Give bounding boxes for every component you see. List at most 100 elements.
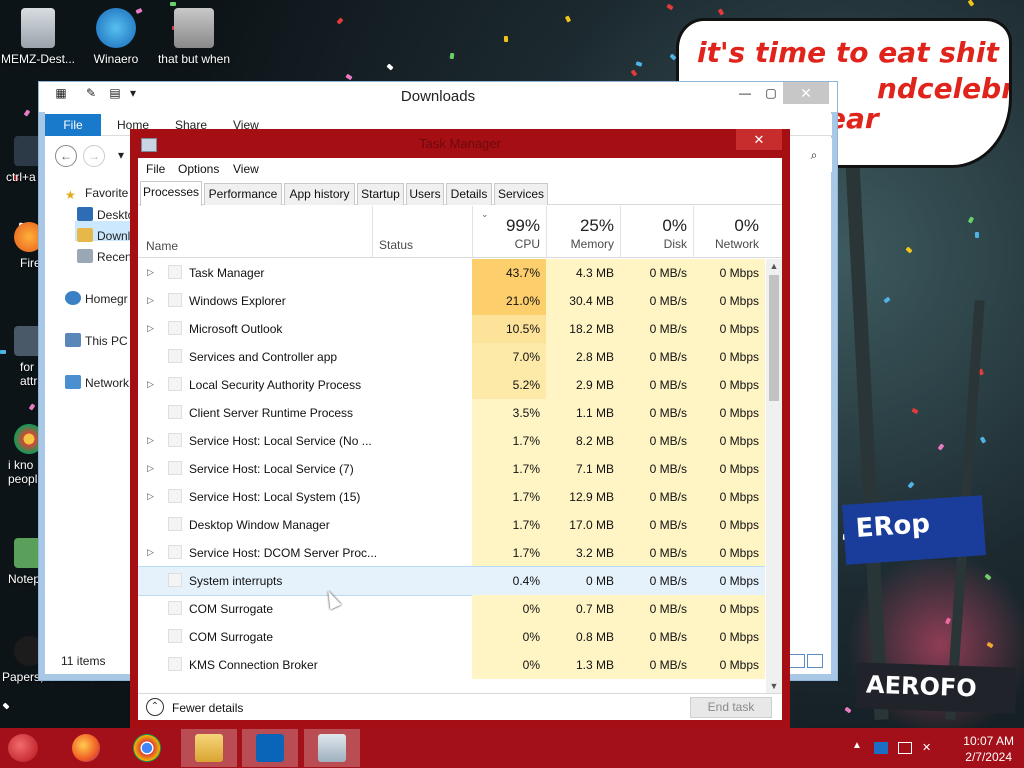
confetti-piece [345, 73, 353, 81]
network-cell: 0 Mbps [693, 483, 765, 511]
process-name: COM Surrogate [189, 630, 274, 644]
process-icon [168, 545, 182, 559]
close-button[interactable]: ✕ [736, 129, 782, 150]
minimize-button[interactable]: — [731, 82, 759, 104]
header-disk[interactable]: 0% Disk [620, 206, 693, 258]
table-row[interactable]: KMS Connection Broker 0% 1.3 MB 0 MB/s 0 Mbp… [138, 651, 765, 679]
tab-performance[interactable]: Performance [204, 183, 282, 205]
confetti-piece [503, 35, 509, 43]
memory-cell: 1.3 MB [546, 651, 620, 679]
tab-users[interactable]: Users [406, 183, 444, 205]
expand-chevron-icon[interactable]: ▷ [147, 379, 154, 390]
taskbar: ▲ ✕ 10:07 AM 2/7/2024 [0, 728, 1024, 768]
expand-chevron-icon[interactable]: ▷ [147, 323, 154, 334]
table-row[interactable]: COM Surrogate 0% 0.7 MB 0 MB/s 0 Mbps [138, 595, 765, 623]
search-icon[interactable]: ⌕ [800, 144, 828, 166]
table-row[interactable]: ▷ Task Manager 43.7% 4.3 MB 0 MB/s 0 Mbps [138, 259, 765, 287]
vertical-scrollbar[interactable]: ▲ ▼ [766, 259, 782, 693]
maximize-button[interactable]: ▢ [757, 82, 785, 104]
expand-chevron-icon[interactable]: ▷ [147, 491, 154, 502]
expand-chevron-icon[interactable]: ▷ [147, 547, 154, 558]
fewer-details-link[interactable]: Fewer details [172, 701, 243, 715]
large-icons-view-icon[interactable] [807, 654, 823, 668]
sidebar-item-downloads[interactable]: Downl [77, 228, 130, 243]
taskbar-outlook[interactable] [242, 729, 298, 767]
table-row[interactable]: Client Server Runtime Process 3.5% 1.1 MB 0… [138, 399, 765, 427]
billboard-sign: ERop [842, 495, 986, 565]
memory-cell: 1.1 MB [546, 399, 620, 427]
taskbar-firefox[interactable] [58, 729, 114, 767]
disk-total: 0% [662, 216, 687, 235]
scroll-down-arrow-icon[interactable]: ▼ [766, 681, 782, 691]
scrollbar-thumb[interactable] [769, 275, 779, 401]
cpu-cell: 7.0% [472, 343, 546, 371]
tab-startup[interactable]: Startup [357, 183, 404, 205]
header-status-cell[interactable]: Status [372, 206, 472, 258]
table-row[interactable]: ▷ Service Host: Local System (15) 1.7% 12.9… [138, 483, 765, 511]
expand-chevron-icon[interactable]: ▷ [147, 267, 154, 278]
confetti-piece [967, 0, 975, 7]
menu-options[interactable]: Options [178, 162, 219, 176]
cpu-cell: 1.7% [472, 511, 546, 539]
chevron-up-icon[interactable]: ⌃ [146, 698, 164, 716]
scroll-up-arrow-icon[interactable]: ▲ [766, 261, 782, 271]
sidebar-item-homegroup[interactable]: Homegr [65, 291, 128, 306]
table-row[interactable]: ▷ Local Security Authority Process 5.2% 2.9… [138, 371, 765, 399]
table-row[interactable]: System interrupts 0.4% 0 MB 0 MB/s 0 Mbps [138, 566, 765, 596]
tab-file[interactable]: File [45, 114, 101, 136]
sidebar-item-desktop[interactable]: Deskto [77, 207, 134, 222]
desktop-icon-memz[interactable]: MEMZ-Dest... [0, 8, 76, 66]
expand-chevron-icon[interactable]: ▷ [147, 463, 154, 474]
start-button[interactable] [8, 734, 38, 762]
header-name[interactable]: Name [146, 239, 178, 253]
network-cell: 0 Mbps [693, 315, 765, 343]
menu-file[interactable]: File [146, 162, 165, 176]
cpu-cell: 0% [472, 623, 546, 651]
sidebar-item-recent[interactable]: Recen [77, 249, 132, 264]
expand-chevron-icon[interactable]: ▷ [147, 435, 154, 446]
desktop-icon-csharp[interactable]: that but when its c# [156, 8, 232, 66]
header-cpu[interactable]: ⌄ 99% CPU [472, 206, 546, 258]
tab-app-history[interactable]: App history [284, 183, 355, 205]
sidebar-item-this-pc[interactable]: This PC [65, 333, 128, 348]
table-row[interactable]: ▷ Microsoft Outlook 10.5% 18.2 MB 0 MB/s 0 Mb… [138, 315, 765, 343]
sidebar-item-network[interactable]: Network [65, 375, 129, 390]
desktop-icon-winaero[interactable]: Winaero Tweaker [78, 8, 154, 66]
table-row[interactable]: ▷ Service Host: DCOM Server Proc... 1.7% 3.… [138, 539, 765, 567]
table-row[interactable]: ▷ Service Host: Local Service (7) 1.7% 7.1 … [138, 455, 765, 483]
taskbar-chrome[interactable] [119, 729, 175, 767]
table-row[interactable]: Desktop Window Manager 1.7% 17.0 MB 0 MB/s 0… [138, 511, 765, 539]
taskbar-task-manager[interactable] [304, 729, 360, 767]
table-row[interactable]: Services and Controller app 7.0% 2.8 MB 0 M… [138, 343, 765, 371]
expand-chevron-icon[interactable]: ▷ [147, 295, 154, 306]
tab-processes[interactable]: Processes [140, 181, 202, 206]
close-button[interactable]: ✕ [783, 82, 829, 104]
clock[interactable]: 10:07 AM 2/7/2024 [963, 733, 1014, 765]
table-row[interactable]: ▷ Windows Explorer 21.0% 30.4 MB 0 MB/s 0 Mbp… [138, 287, 765, 315]
task-manager-titlebar[interactable]: Task Manager ✕ [130, 129, 790, 157]
taskbar-file-explorer[interactable] [181, 729, 237, 767]
tray-outlook-icon[interactable] [874, 742, 888, 754]
tab-services[interactable]: Services [494, 183, 548, 205]
end-task-button[interactable]: End task [690, 697, 772, 718]
tray-chevron-up-icon[interactable]: ▲ [852, 740, 862, 751]
forward-button[interactable]: → [83, 145, 105, 167]
table-row[interactable]: ▷ Service Host: Local Service (No ... 1.7%… [138, 427, 765, 455]
back-button[interactable]: ← [55, 145, 77, 167]
download-folder-icon [77, 228, 93, 242]
table-row[interactable]: COM Surrogate 0% 0.8 MB 0 MB/s 0 Mbps [138, 623, 765, 651]
header-memory[interactable]: 25% Memory [546, 206, 620, 258]
tab-details[interactable]: Details [446, 183, 492, 205]
details-view-icon[interactable] [789, 654, 805, 668]
mute-icon[interactable]: ✕ [922, 742, 936, 754]
memory-total: 25% [579, 216, 614, 235]
sidebar-item-label: Network [85, 376, 130, 390]
menu-view[interactable]: View [233, 162, 259, 176]
sidebar-item-favorites[interactable]: ★ Favorite [65, 186, 128, 202]
explorer-titlebar[interactable]: ▦ ✎ ▤ ▾ Downloads — ▢ ✕ [39, 82, 837, 112]
task-manager-window[interactable]: Task Manager ✕ File Options View Process… [130, 129, 790, 729]
disk-cell: 0 MB/s [620, 287, 693, 315]
network-icon[interactable] [898, 742, 912, 754]
firefox-icon [72, 734, 100, 762]
header-network[interactable]: 0% Network [693, 206, 765, 258]
